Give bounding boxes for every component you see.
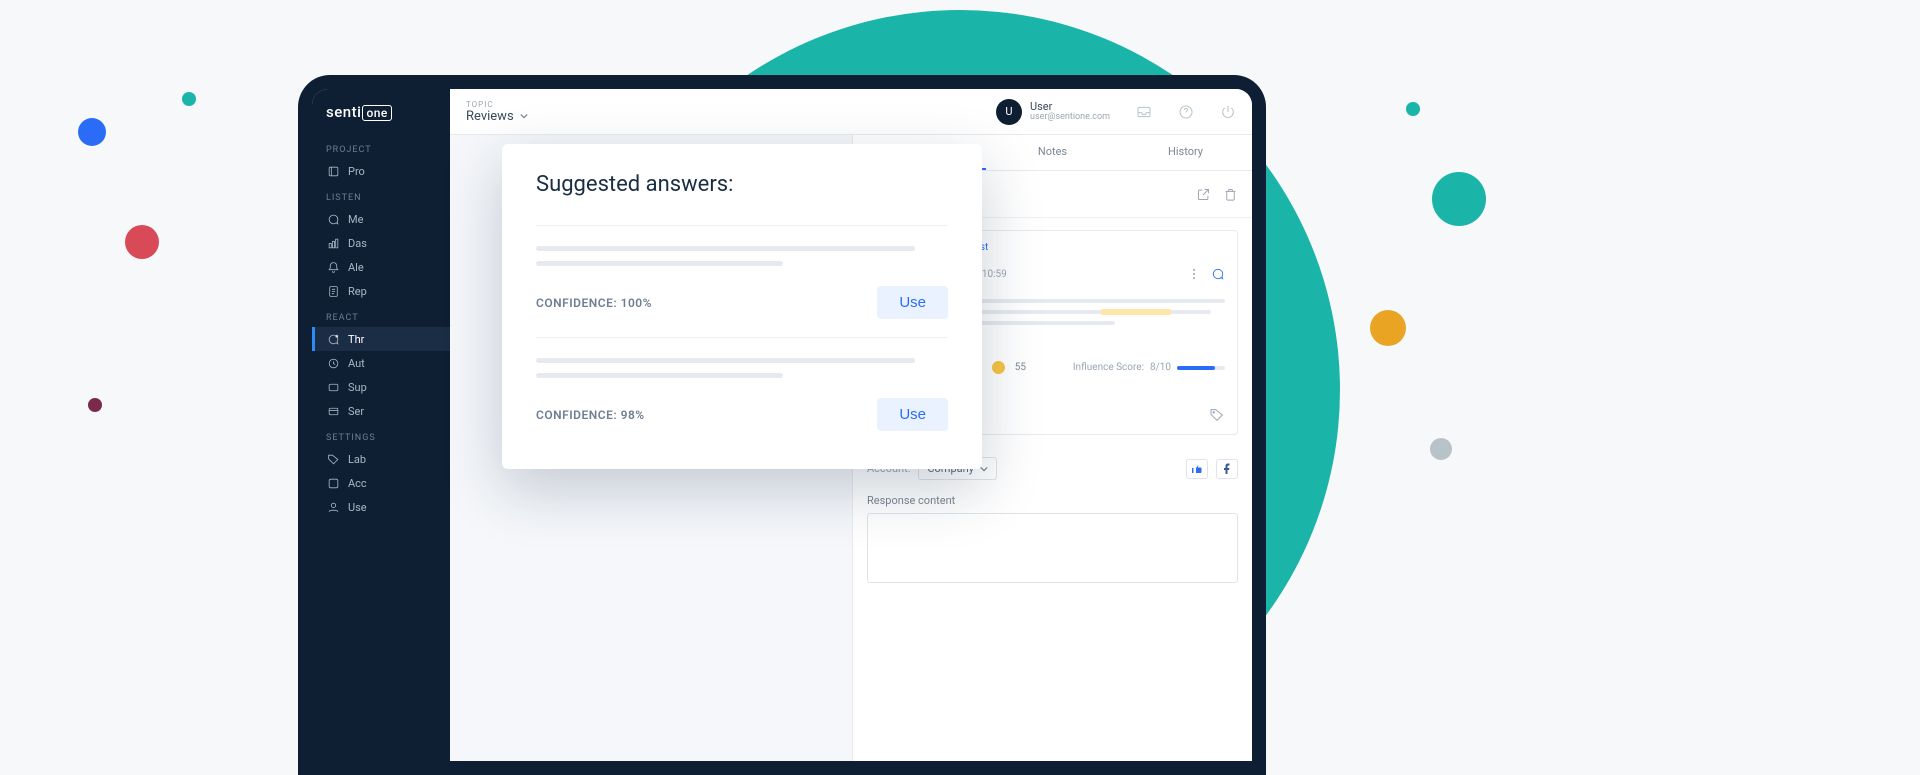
- user-name: User: [1030, 101, 1110, 113]
- dashboard-icon: [326, 236, 340, 250]
- tag-icon[interactable]: [1209, 407, 1225, 423]
- nav-item-label: Ale: [348, 261, 364, 274]
- label-icon: [326, 452, 340, 466]
- bg-dot-teal-m: [1406, 102, 1420, 116]
- confidence-label: CONFIDENCE: 100%: [536, 296, 652, 310]
- sup-icon: [326, 380, 340, 394]
- mentions-icon: [326, 212, 340, 226]
- like-action-button[interactable]: [1186, 459, 1208, 479]
- bg-dot-blue: [78, 118, 106, 146]
- nav-item-auto[interactable]: Aut: [312, 351, 450, 375]
- app-screen: sentione PROJECT Pro LISTEN Me Das Ale Rep REAC…: [312, 89, 1252, 761]
- modal-title: Suggested answers:: [536, 172, 948, 197]
- bg-dot-teal-s: [182, 92, 196, 106]
- nav-item-label: Use: [348, 501, 367, 514]
- nav-item-report[interactable]: Rep: [312, 279, 450, 303]
- nav-section-label: REACT: [312, 303, 450, 327]
- alert-icon: [326, 260, 340, 274]
- use-answer-button[interactable]: Use: [877, 286, 948, 319]
- device-frame: sentione PROJECT Pro LISTEN Me Das Ale Rep REAC…: [298, 75, 1266, 775]
- nav-item-alert[interactable]: Ale: [312, 255, 450, 279]
- answer-text-placeholder: [536, 358, 915, 363]
- user-email: user@sentione.com: [1030, 113, 1110, 123]
- facebook-action-button[interactable]: [1216, 459, 1238, 479]
- sidebar: sentione PROJECT Pro LISTEN Me Das Ale Rep REAC…: [312, 89, 450, 761]
- nav-item-label: Acc: [348, 477, 367, 490]
- bg-dot-red: [125, 225, 159, 259]
- threads-icon: [326, 332, 340, 346]
- nav-item-mentions[interactable]: Me: [312, 207, 450, 231]
- project-icon: [326, 164, 340, 178]
- influence-bar: [1177, 366, 1225, 370]
- nav-item-ser[interactable]: Ser: [312, 399, 450, 423]
- nav-item-label: Me: [348, 213, 363, 226]
- nav-item-label: Pro: [348, 165, 365, 178]
- answer-text-placeholder: [536, 373, 783, 378]
- brand-part2: one: [362, 105, 391, 121]
- confidence-label: CONFIDENCE: 98%: [536, 408, 645, 422]
- answer-text-placeholder: [536, 261, 783, 266]
- comment-icon[interactable]: [1211, 267, 1225, 281]
- nav-item-label: Aut: [348, 357, 365, 370]
- nav-item-label: Lab: [348, 453, 366, 466]
- tab-notes[interactable]: Notes: [986, 135, 1119, 170]
- nav-item-account[interactable]: Acc: [312, 471, 450, 495]
- reaction-laugh-icon: [992, 361, 1005, 374]
- more-vertical-icon[interactable]: [1187, 267, 1201, 281]
- nav-item-project[interactable]: Pro: [312, 159, 450, 183]
- help-icon[interactable]: [1178, 104, 1194, 120]
- nav-item-label: Ser: [348, 405, 364, 418]
- influence-score: Influence Score: 8/10: [1073, 362, 1225, 373]
- bg-dot-purple: [88, 398, 102, 412]
- user-avatar: U: [996, 99, 1022, 125]
- nav-section-label: SETTINGS: [312, 423, 450, 447]
- external-link-icon[interactable]: [1196, 187, 1211, 202]
- main-area: TOPIC Reviews U User user@sentione.com: [450, 89, 1252, 761]
- nav-item-label: Das: [348, 237, 367, 250]
- report-icon: [326, 284, 340, 298]
- suggested-answer-item: CONFIDENCE: 98% Use: [536, 337, 948, 449]
- brand-logo: sentione: [312, 103, 450, 135]
- bg-dot-yellow: [1370, 310, 1406, 346]
- bg-dot-teal-l: [1432, 172, 1486, 226]
- nav-item-sup[interactable]: Sup: [312, 375, 450, 399]
- response-textarea[interactable]: [867, 513, 1238, 583]
- highlight-segment: [1101, 309, 1171, 315]
- nav-item-threads[interactable]: Thr: [312, 327, 450, 351]
- topic-value: Reviews: [466, 109, 528, 124]
- chevron-down-icon: [520, 112, 528, 120]
- nav-section-label: LISTEN: [312, 183, 450, 207]
- text-placeholder-line: [950, 310, 1211, 314]
- nav-item-label[interactable]: Lab: [312, 447, 450, 471]
- suggested-answers-modal: Suggested answers: CONFIDENCE: 100%UseCO…: [502, 144, 982, 469]
- inbox-icon[interactable]: [1136, 104, 1152, 120]
- topic-label: TOPIC: [466, 100, 528, 109]
- response-label: Response content: [867, 494, 1238, 507]
- nav-section-label: PROJECT: [312, 135, 450, 159]
- account-icon: [326, 476, 340, 490]
- topbar: TOPIC Reviews U User user@sentione.com: [450, 89, 1252, 135]
- reaction-laugh-count: 55: [1015, 362, 1026, 373]
- trash-icon[interactable]: [1223, 187, 1238, 202]
- topic-selector[interactable]: TOPIC Reviews: [466, 100, 528, 124]
- ser-icon: [326, 404, 340, 418]
- post-time: 10:59: [982, 269, 1007, 280]
- power-icon[interactable]: [1220, 104, 1236, 120]
- nav-item-label: Sup: [348, 381, 367, 394]
- nav-item-dashboard[interactable]: Das: [312, 231, 450, 255]
- brand-part1: senti: [326, 103, 361, 121]
- text-placeholder-line: [950, 299, 1225, 303]
- user-icon: [326, 500, 340, 514]
- use-answer-button[interactable]: Use: [877, 398, 948, 431]
- nav-item-label: Rep: [348, 285, 367, 298]
- nav-item-label: Thr: [348, 333, 364, 346]
- suggested-answer-item: CONFIDENCE: 100% Use: [536, 225, 948, 337]
- nav-item-user[interactable]: Use: [312, 495, 450, 519]
- tab-history[interactable]: History: [1119, 135, 1252, 170]
- user-block[interactable]: U User user@sentione.com: [996, 99, 1110, 125]
- auto-icon: [326, 356, 340, 370]
- answer-text-placeholder: [536, 246, 915, 251]
- bg-dot-grey: [1430, 438, 1452, 460]
